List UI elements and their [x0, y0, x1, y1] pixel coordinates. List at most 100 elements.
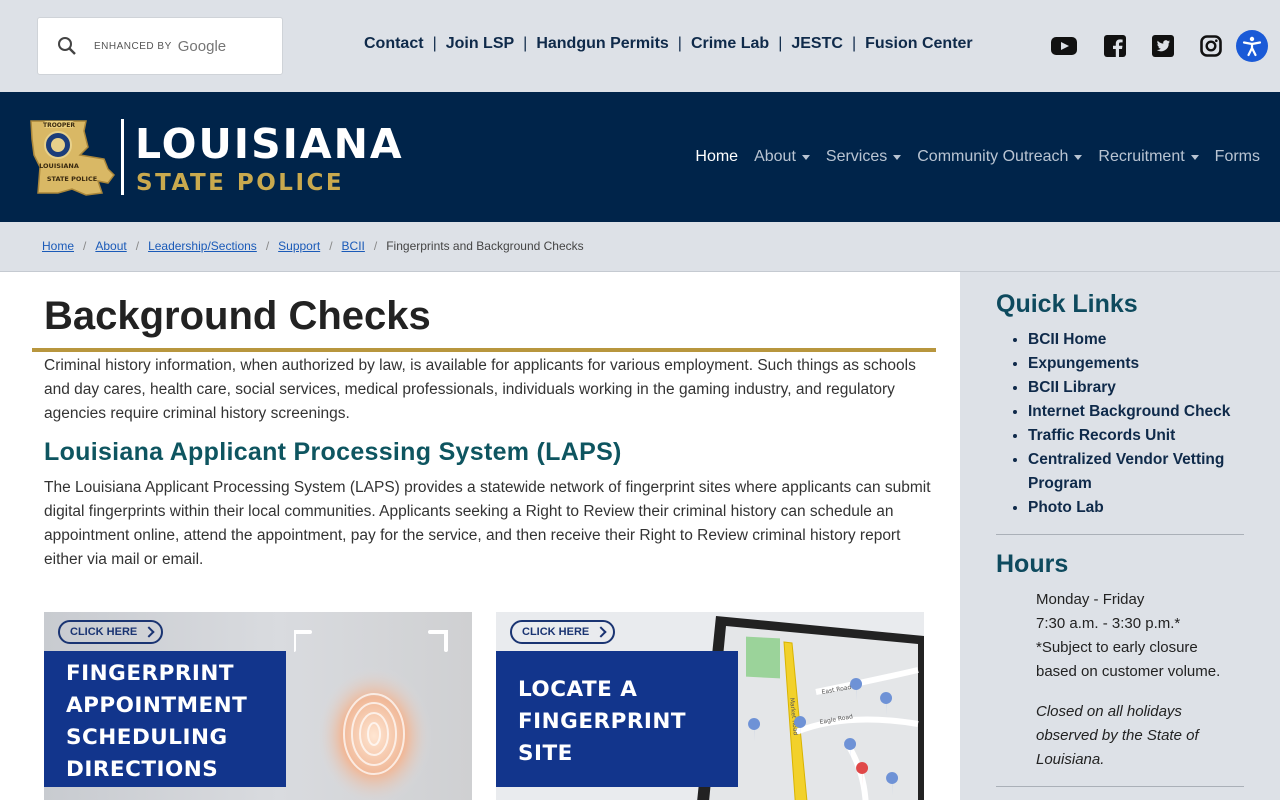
breadcrumb-bcii[interactable]: BCII	[342, 239, 365, 253]
link-jestc[interactable]: JESTC	[791, 35, 843, 53]
breadcrumb-separator: /	[135, 239, 140, 253]
instagram-icon[interactable]	[1198, 33, 1224, 59]
closed-holidays-note: Closed on all holidays observed by the S…	[1036, 703, 1199, 768]
nav-home-label: Home	[695, 148, 739, 165]
logo-title[interactable]: LOUISIANA	[135, 120, 404, 168]
caret-down-icon	[801, 154, 810, 160]
quick-links-list: BCII Home Expungements BCII Library Inte…	[1012, 328, 1252, 520]
logo-subtitle[interactable]: STATE POLICE	[136, 170, 344, 196]
breadcrumb-support[interactable]: Support	[278, 239, 320, 253]
breadcrumb: Home / About / Leadership/Sections / Sup…	[42, 239, 584, 253]
site-header: TROOPER LOUISIANA STATE POLICE LOUISIANA…	[0, 92, 1280, 222]
google-label: Google	[177, 37, 227, 55]
quick-link-bcii-home[interactable]: BCII Home	[1028, 328, 1252, 352]
link-fusion-center[interactable]: Fusion Center	[865, 35, 973, 53]
locate-fingerprint-site-card[interactable]: Market Road Eagle Road East Road CLICK H…	[496, 612, 924, 800]
card-heading: LOCATE A FINGERPRINT SITE	[496, 651, 738, 787]
sidebar-divider	[996, 534, 1244, 535]
nav-services[interactable]: Services	[825, 148, 902, 166]
laps-paragraph: The Louisiana Applicant Processing Syste…	[44, 479, 931, 568]
quick-link-traffic-records-unit[interactable]: Traffic Records Unit	[1028, 424, 1252, 448]
search-input[interactable]: ENHANCED BY Google	[37, 17, 283, 75]
quick-link-centralized-vendor-vetting[interactable]: Centralized Vendor Vetting Program	[1028, 448, 1252, 496]
breadcrumb-current: Fingerprints and Background Checks	[386, 239, 584, 253]
nav-community-outreach-label: Community Outreach	[917, 148, 1069, 165]
click-here-label: CLICK HERE	[70, 626, 138, 638]
facebook-icon[interactable]	[1102, 33, 1128, 59]
breadcrumb-separator: /	[329, 239, 333, 253]
badge-text-louisiana: LOUISIANA	[39, 162, 79, 170]
card-heading-line: LOCATE A	[518, 677, 638, 702]
caret-down-icon	[1074, 154, 1083, 160]
breadcrumb-bar: Home / About / Leadership/Sections / Sup…	[0, 222, 1280, 272]
accessibility-icon[interactable]	[1236, 30, 1268, 62]
hours-line: *Subject to early closure based on custo…	[1036, 639, 1221, 680]
laps-heading: Louisiana Applicant Processing System (L…	[44, 438, 622, 466]
caret-down-icon	[893, 154, 902, 160]
intro-paragraph: Criminal history information, when autho…	[44, 357, 916, 422]
click-here-button[interactable]: CLICK HERE	[58, 620, 164, 644]
hours-line: 7:30 a.m. - 3:30 p.m.*	[1036, 615, 1181, 632]
breadcrumb-separator: /	[265, 239, 270, 253]
link-join-lsp[interactable]: Join LSP	[446, 35, 514, 53]
nav-services-label: Services	[825, 148, 888, 165]
separator: |	[851, 35, 857, 52]
nav-forms-label: Forms	[1214, 148, 1260, 165]
logo-divider	[121, 119, 124, 195]
nav-recruitment[interactable]: Recruitment	[1098, 148, 1199, 166]
nav-about-label: About	[754, 148, 796, 165]
sidebar-divider	[996, 786, 1244, 787]
quick-links-heading: Quick Links	[996, 290, 1138, 318]
caret-down-icon	[1190, 154, 1199, 160]
separator: |	[778, 35, 783, 52]
hours-text: Monday - Friday 7:30 a.m. - 3:30 p.m.* *…	[1036, 588, 1236, 684]
nav-about[interactable]: About	[754, 148, 810, 166]
separator: |	[677, 35, 682, 52]
nav-home[interactable]: Home	[695, 148, 738, 166]
page-title: Background Checks	[44, 294, 431, 338]
twitter-icon[interactable]	[1150, 33, 1176, 59]
utility-links: Contact | Join LSP | Handgun Permits | C…	[364, 35, 973, 53]
sidebar: Quick Links BCII Home Expungements BCII …	[960, 272, 1280, 800]
breadcrumb-home[interactable]: Home	[42, 239, 74, 253]
main-nav: Home About Services Community Outreach R…	[679, 148, 1260, 166]
card-heading-line: DIRECTIONS	[66, 757, 219, 782]
link-contact[interactable]: Contact	[364, 35, 424, 53]
quick-link-photo-lab[interactable]: Photo Lab	[1028, 496, 1252, 520]
badge-text-state-police: STATE POLICE	[47, 175, 97, 183]
card-heading-line: FINGERPRINT	[66, 661, 235, 686]
utility-bar: ENHANCED BY Google Contact | Join LSP | …	[0, 0, 1280, 92]
card-heading-line: SCHEDULING	[66, 725, 228, 750]
card-heading-line: APPOINTMENT	[66, 693, 248, 718]
chevron-right-icon	[595, 626, 607, 638]
breadcrumb-separator: /	[83, 239, 87, 253]
nav-forms[interactable]: Forms	[1215, 148, 1260, 166]
quick-link-expungements[interactable]: Expungements	[1028, 352, 1252, 376]
hours-heading: Hours	[996, 550, 1069, 578]
link-crime-lab[interactable]: Crime Lab	[691, 35, 769, 53]
link-handgun-permits[interactable]: Handgun Permits	[536, 35, 668, 53]
search-icon[interactable]	[56, 35, 78, 57]
nav-community-outreach[interactable]: Community Outreach	[917, 148, 1083, 166]
chevron-right-icon	[143, 626, 155, 638]
breadcrumb-separator: /	[373, 239, 378, 253]
click-here-button[interactable]: CLICK HERE	[510, 620, 616, 644]
separator: |	[432, 35, 437, 52]
main-content: Background Checks Criminal history infor…	[0, 272, 960, 800]
title-divider	[32, 348, 936, 352]
fingerprint-appointment-card[interactable]: CLICK HERE FINGERPRINT APPOINTMENT SCHED…	[44, 612, 472, 800]
hours-line: Monday - Friday	[1036, 591, 1145, 608]
search-enhanced-label: ENHANCED BY	[94, 40, 172, 52]
quick-link-bcii-library[interactable]: BCII Library	[1028, 376, 1252, 400]
youtube-icon[interactable]	[1051, 33, 1077, 59]
breadcrumb-leadership-sections[interactable]: Leadership/Sections	[148, 239, 257, 253]
click-here-label: CLICK HERE	[522, 626, 590, 638]
nav-recruitment-label: Recruitment	[1098, 148, 1185, 165]
quick-link-internet-background-check[interactable]: Internet Background Check	[1028, 400, 1252, 424]
louisiana-state-badge-logo[interactable]: TROOPER LOUISIANA STATE POLICE	[28, 117, 116, 197]
fingerprint-scan-image	[294, 630, 448, 800]
card-heading: FINGERPRINT APPOINTMENT SCHEDULING DIREC…	[44, 651, 286, 787]
separator: |	[523, 35, 528, 52]
breadcrumb-about[interactable]: About	[95, 239, 126, 253]
badge-text-trooper: TROOPER	[43, 122, 75, 129]
